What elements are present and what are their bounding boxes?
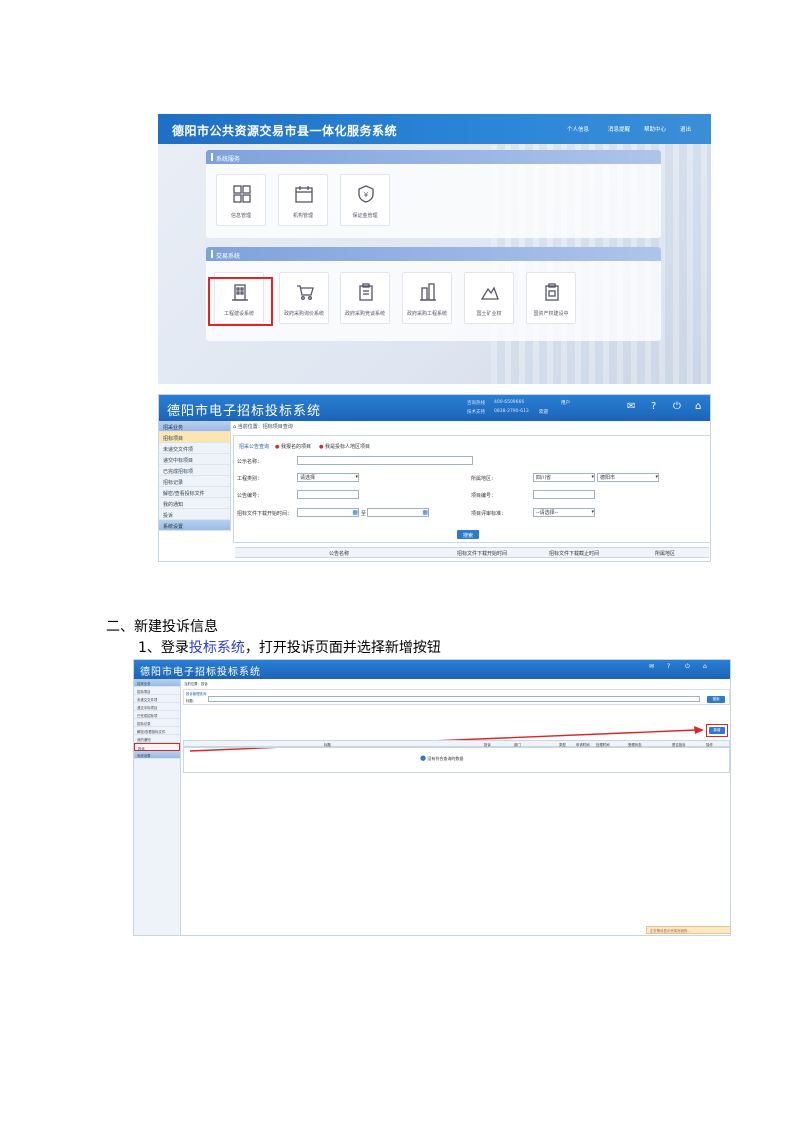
tile-inquiry[interactable]: 政府采购询价系统	[279, 272, 329, 324]
tile-land-mining[interactable]: 国土矿业权	[464, 272, 514, 324]
calendar-small-icon[interactable]: ▦	[352, 509, 358, 516]
search-panel	[233, 435, 710, 543]
status-bar: 正在等待显示完成页面的…	[646, 926, 730, 934]
sidebar-item-completed[interactable]: 已完成招标项	[159, 465, 230, 476]
bid-system-title: 德阳市电子招标投标系统	[167, 404, 322, 419]
result-grid-header: 公告名称 招标文件下载开始时间 招标文件下载截止时间 所属地区	[235, 547, 709, 558]
portal-header: 德阳市公共资源交易市县一体化服务系统 个人信息 消息提醒 帮助中心 退出	[158, 114, 711, 144]
home-icon[interactable]: ⌂	[695, 401, 701, 412]
sidebar-item-notices[interactable]: 我的通知	[159, 498, 230, 509]
sidebar-item-complaint[interactable]: 投诉	[159, 509, 230, 520]
chevron-down-icon: ▾	[591, 474, 594, 480]
complaint-grid-header: 标题 投诉 部门 类型 申请时间 处理时间 受理状态 是否投诉 操作	[183, 740, 730, 747]
region-select-province[interactable]: 四川省 ▾	[533, 473, 595, 482]
svg-text:¥: ¥	[364, 191, 369, 199]
sidebar-item-unsubmitted[interactable]: 未递交文件项	[159, 443, 230, 454]
calendar-small-icon[interactable]: ▦	[422, 509, 428, 516]
tile-gov-engineering[interactable]: 政府采购工程系统	[402, 272, 452, 324]
sidebar-item-records[interactable]: 招标记录	[159, 476, 230, 487]
clipboard-icon	[359, 283, 373, 301]
help-icon[interactable]: ?	[651, 401, 656, 412]
red-arrow	[189, 726, 704, 752]
tab-my-registered[interactable]: ● 我报名的项目	[275, 443, 311, 450]
tile-negotiation[interactable]: 政府采购竞谈系统	[340, 272, 390, 324]
search-button[interactable]: 搜索	[457, 530, 479, 539]
bid-no-input[interactable]	[533, 490, 595, 499]
mail-icon[interactable]: ✉	[627, 401, 635, 412]
notice-name-input[interactable]	[297, 456, 473, 465]
notice-no-input[interactable]	[297, 490, 359, 499]
nav-messages[interactable]: 消息提醒	[608, 125, 630, 133]
bid-method-select[interactable]: --请选择-- ▾	[533, 508, 595, 517]
portal-title: 德阳市公共资源交易市县一体化服务系统	[172, 124, 398, 138]
nav-logout[interactable]: 退出	[680, 125, 691, 133]
cart-icon	[297, 285, 314, 300]
tower-icon	[420, 283, 436, 301]
calendar-icon	[295, 186, 313, 203]
shield-yen-icon: ¥	[358, 185, 374, 203]
section-heading: 二、新建投诉信息	[106, 619, 218, 635]
tile-org-manage[interactable]: 机构管理	[278, 174, 328, 226]
tile-info-manage[interactable]: 信息管理	[216, 174, 266, 226]
empty-message: ● 没有符合查询的数据	[420, 754, 464, 762]
sidebar-item-projects[interactable]: 招标项目	[159, 432, 230, 443]
portal-screenshot: 德阳市公共资源交易市县一体化服务系统 个人信息 消息提醒 帮助中心 退出 系统服…	[158, 114, 711, 384]
chevron-down-icon: ▾	[591, 509, 594, 515]
end-date-input[interactable]: ▦	[367, 508, 429, 517]
bid-sidebar: 招采业务 招标项目 未递交文件项 递交中标项目 已完成招标项 招标记录 解密/查…	[159, 421, 231, 531]
tab-notice-query[interactable]: 招采公告查询	[239, 443, 269, 450]
chevron-down-icon: ▾	[655, 474, 658, 480]
sidebar-item-decrypt[interactable]: 解密/查看投标文件	[159, 487, 230, 498]
sidebar-item-settings[interactable]: 系统设置	[159, 520, 230, 531]
trade-panel-title: 交易系统	[206, 247, 661, 261]
nav-help[interactable]: 帮助中心	[644, 125, 666, 133]
service-panel: 系统服务	[206, 150, 661, 238]
tile-deposit-manage[interactable]: ¥ 保证金管理	[340, 174, 390, 226]
chevron-down-icon: ▾	[355, 474, 358, 480]
start-date-input[interactable]: ▦	[297, 508, 359, 517]
highlight-engineering	[208, 277, 273, 326]
project-type-select[interactable]: 请选择 ▾	[297, 473, 359, 482]
info-icon: ●	[420, 754, 427, 762]
grid-icon	[233, 185, 251, 203]
mountain-icon	[480, 286, 499, 300]
step-instruction: 1、登录投标系统，打开投诉页面并选择新增按钮	[138, 640, 441, 656]
tab-my-region[interactable]: ● 我是投标人地区项目	[319, 443, 370, 450]
complaint-screenshot: 德阳市电子招标投标系统 ✉ ? ⏻ ⌂ 招采业务 招标项目 未递交文件项 递交中…	[133, 659, 731, 936]
sidebar-item-submitted[interactable]: 递交中标项目	[159, 454, 230, 465]
breadcrumb: ⌂ 当前位置：招标项目查询	[233, 424, 293, 430]
nav-personal-info[interactable]: 个人信息	[567, 125, 589, 133]
power-icon[interactable]: ⏻	[673, 401, 681, 412]
document-icon	[545, 283, 559, 301]
region-select-city[interactable]: 德阳市 ▾	[597, 473, 659, 482]
bid-system-link[interactable]: 投标系统	[189, 640, 245, 656]
bid-system-header: 德阳市电子招标投标系统 咨询热线 400-6509666 技术支持 0838-2…	[159, 395, 710, 421]
sidebar-header[interactable]: 招采业务	[159, 421, 230, 432]
service-panel-title: 系统服务	[206, 150, 661, 164]
bid-system-screenshot: 德阳市电子招标投标系统 咨询热线 400-6509666 技术支持 0838-2…	[158, 394, 711, 562]
tile-state-assets[interactable]: 国资产权建设中	[526, 272, 576, 324]
